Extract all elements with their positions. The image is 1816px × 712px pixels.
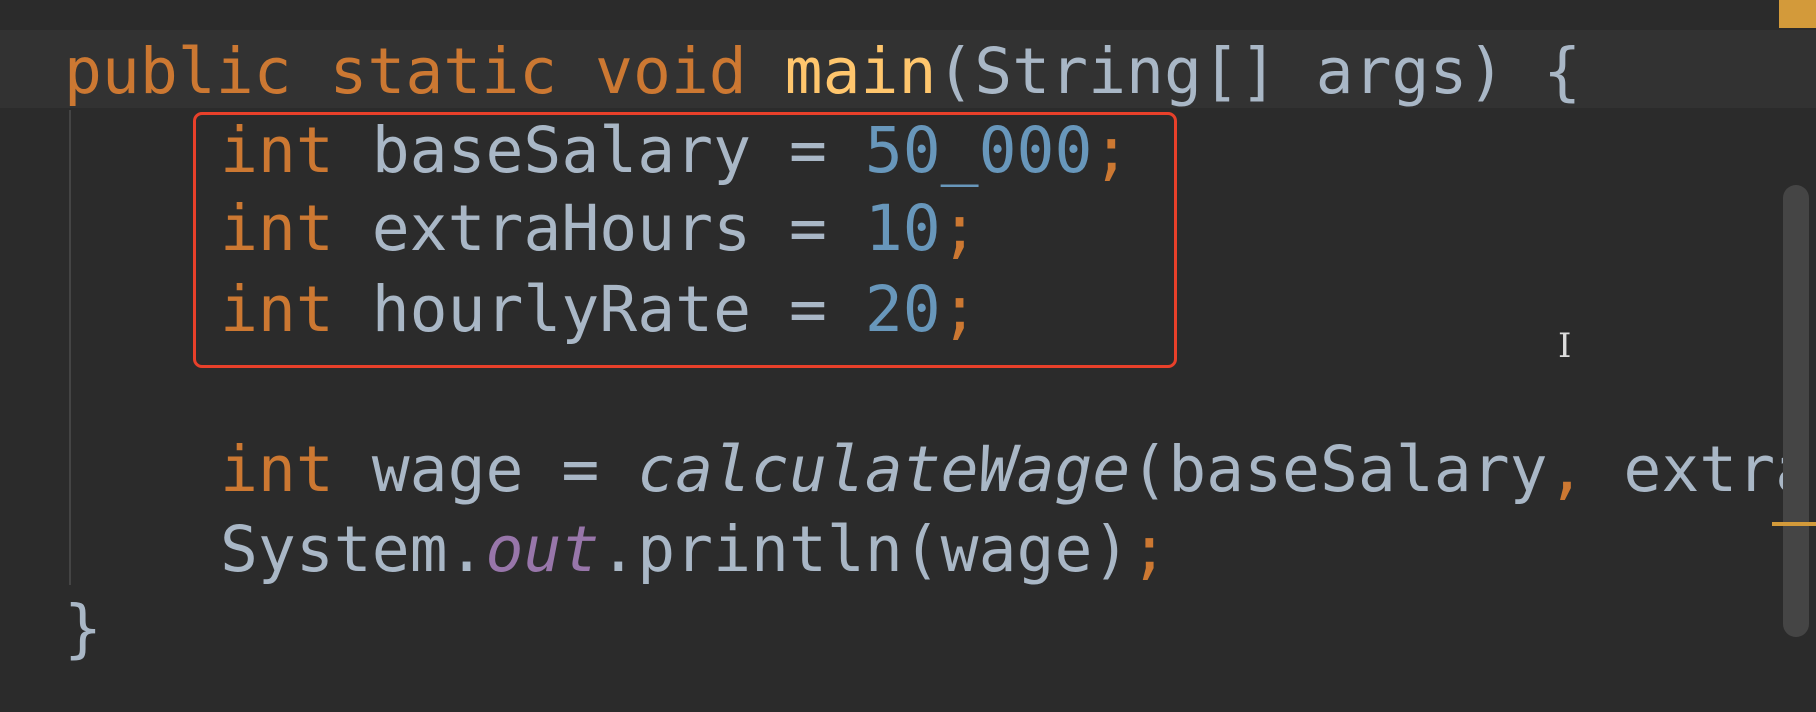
code-token: wage = <box>371 433 638 506</box>
code-token: } <box>64 592 102 665</box>
code-token: ; <box>1130 513 1169 586</box>
code-token: int <box>220 433 372 506</box>
highlight-box <box>193 112 1177 368</box>
code-line[interactable]: int wage = calculateWage(baseSalary, ext… <box>220 430 1813 510</box>
scrollbar-warning-marker[interactable] <box>1772 522 1816 526</box>
code-token: (String[] args) { <box>936 35 1582 108</box>
code-line[interactable]: } <box>64 589 102 669</box>
code-token: , <box>1547 433 1586 506</box>
text-cursor-icon: I <box>1558 326 1572 366</box>
indent-guide <box>69 110 71 585</box>
code-token: calculateWage <box>637 433 1131 506</box>
code-token: (baseSalary <box>1130 433 1548 506</box>
code-token: System. <box>220 513 486 586</box>
code-token: out <box>485 513 600 586</box>
code-line[interactable]: public static void main(String[] args) { <box>64 32 1581 112</box>
code-token: extra <box>1585 433 1814 506</box>
code-token: main <box>784 35 937 108</box>
vertical-scrollbar[interactable] <box>1783 185 1809 637</box>
code-token: public static void <box>64 35 785 108</box>
code-line[interactable]: System.out.println(wage); <box>220 510 1168 590</box>
code-token: .println(wage) <box>599 513 1131 586</box>
inspection-status-marker[interactable] <box>1779 0 1816 28</box>
